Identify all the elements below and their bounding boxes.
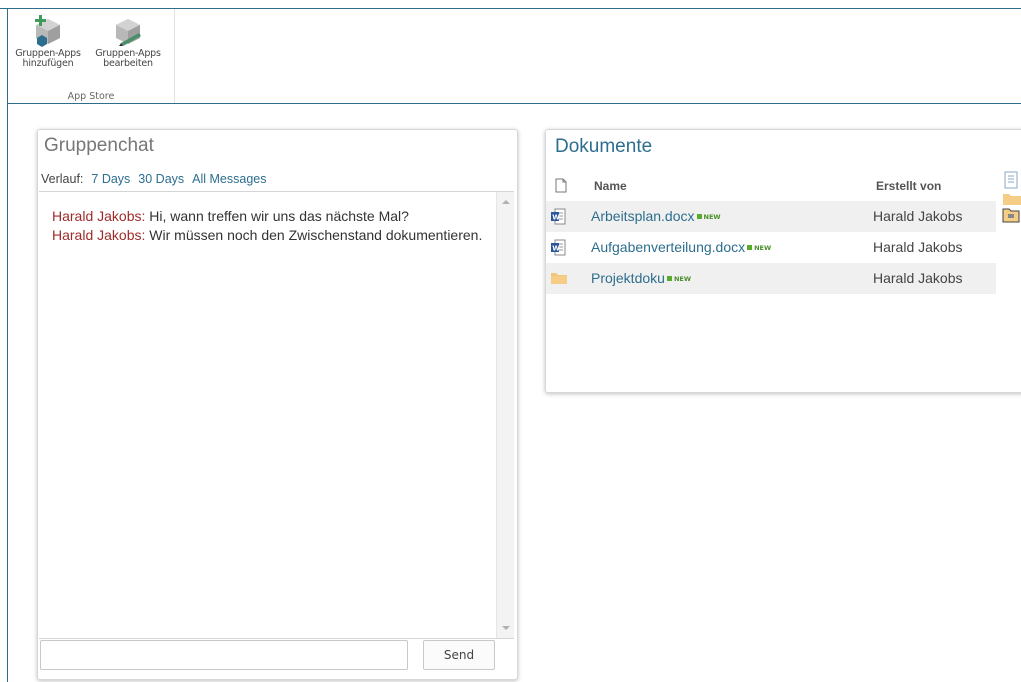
history-label: Verlauf: (41, 172, 84, 186)
documents-title: Dokumente (555, 136, 653, 157)
documents-webpart: Dokumente Name Erstellt von W Arbeitspla… (545, 129, 1021, 393)
created-by-cell: Harald Jakobs (873, 239, 963, 255)
add-apps-icon (35, 15, 60, 47)
chat-message: Harald Jakobs: Wir müssen noch den Zwisc… (52, 226, 492, 244)
ribbon-group-app-store: Gruppen-Apps hinzufügen Gruppen-Apps bea… (8, 9, 175, 103)
edit-group-apps-label: Gruppen-Apps bearbeiten (95, 48, 161, 69)
chat-scrollbar[interactable] (496, 192, 514, 638)
folder-name[interactable]: Projektdoku (591, 270, 665, 286)
filter-all-messages-link[interactable]: All Messages (192, 172, 266, 186)
table-row: W Arbeitsplan.docx NEW Harald Jakobs (546, 201, 996, 232)
document-name[interactable]: Arbeitsplan.docx (591, 208, 695, 224)
word-doc-icon: W (551, 208, 566, 225)
message-author: Harald Jakobs: (52, 227, 146, 243)
edit-group-apps-button[interactable]: Gruppen-Apps bearbeiten (87, 13, 169, 69)
add-group-apps-label: Gruppen-Apps hinzufügen (15, 48, 81, 69)
table-row: Projektdoku NEW Harald Jakobs (546, 263, 996, 294)
created-by-cell: Harald Jakobs (873, 270, 963, 286)
chat-message-list: Harald Jakobs: Hi, wann treffen wir uns … (52, 207, 492, 245)
ribbon-bottom-border (7, 103, 1021, 104)
history-filter-bar: Verlauf: 7 Days 30 Days All Messages (41, 172, 267, 186)
message-author: Harald Jakobs: (52, 208, 146, 224)
chat-message-input[interactable] (40, 640, 408, 670)
word-doc-icon: W (551, 239, 566, 256)
created-by-cell: Harald Jakobs (873, 208, 963, 224)
document-name-link[interactable]: Arbeitsplan.docx NEW (591, 208, 721, 224)
filter-30-days-link[interactable]: 30 Days (138, 172, 184, 186)
group-chat-webpart: Gruppenchat Verlauf: 7 Days 30 Days All Mes… (37, 129, 518, 680)
documents-table-header: Name Erstellt von (546, 171, 996, 201)
new-badge: NEW (747, 244, 771, 252)
message-text: Wir müssen noch den Zwischenstand dokume… (145, 227, 483, 243)
filter-7-days-link[interactable]: 7 Days (91, 172, 130, 186)
scroll-up-arrow-icon[interactable] (502, 200, 510, 204)
table-row: W Aufgabenverteilung.docx NEW Harald Jako… (546, 232, 996, 263)
message-text: Hi, wann treffen wir uns das nächste Mal… (145, 208, 409, 224)
new-badge: NEW (667, 275, 691, 283)
zip-folder-icon[interactable] (1001, 206, 1021, 224)
send-button[interactable]: Send (423, 640, 495, 670)
add-group-apps-button[interactable]: Gruppen-Apps hinzufügen (7, 13, 89, 69)
column-header-name[interactable]: Name (594, 179, 627, 193)
scroll-down-arrow-icon[interactable] (502, 626, 510, 630)
chat-messages-area[interactable]: Harald Jakobs: Hi, wann treffen wir uns … (39, 191, 514, 639)
edit-apps-icon (116, 19, 141, 46)
document-name[interactable]: Aufgabenverteilung.docx (591, 239, 745, 255)
file-type-header-icon[interactable] (555, 178, 567, 193)
ribbon-group-label: App Store (67, 91, 115, 102)
svg-text:W: W (552, 245, 560, 253)
folder-name-link[interactable]: Projektdoku NEW (591, 270, 691, 286)
new-folder-icon[interactable] (1002, 192, 1021, 206)
svg-text:W: W (552, 214, 560, 222)
folder-icon (551, 273, 567, 284)
new-badge: NEW (697, 213, 721, 221)
page-left-border (7, 8, 8, 682)
library-settings-icon[interactable] (1001, 170, 1021, 190)
column-header-created-by[interactable]: Erstellt von (876, 179, 941, 193)
chat-title: Gruppenchat (44, 135, 154, 156)
document-name-link[interactable]: Aufgabenverteilung.docx NEW (591, 239, 771, 255)
chat-message: Harald Jakobs: Hi, wann treffen wir uns … (52, 207, 492, 225)
